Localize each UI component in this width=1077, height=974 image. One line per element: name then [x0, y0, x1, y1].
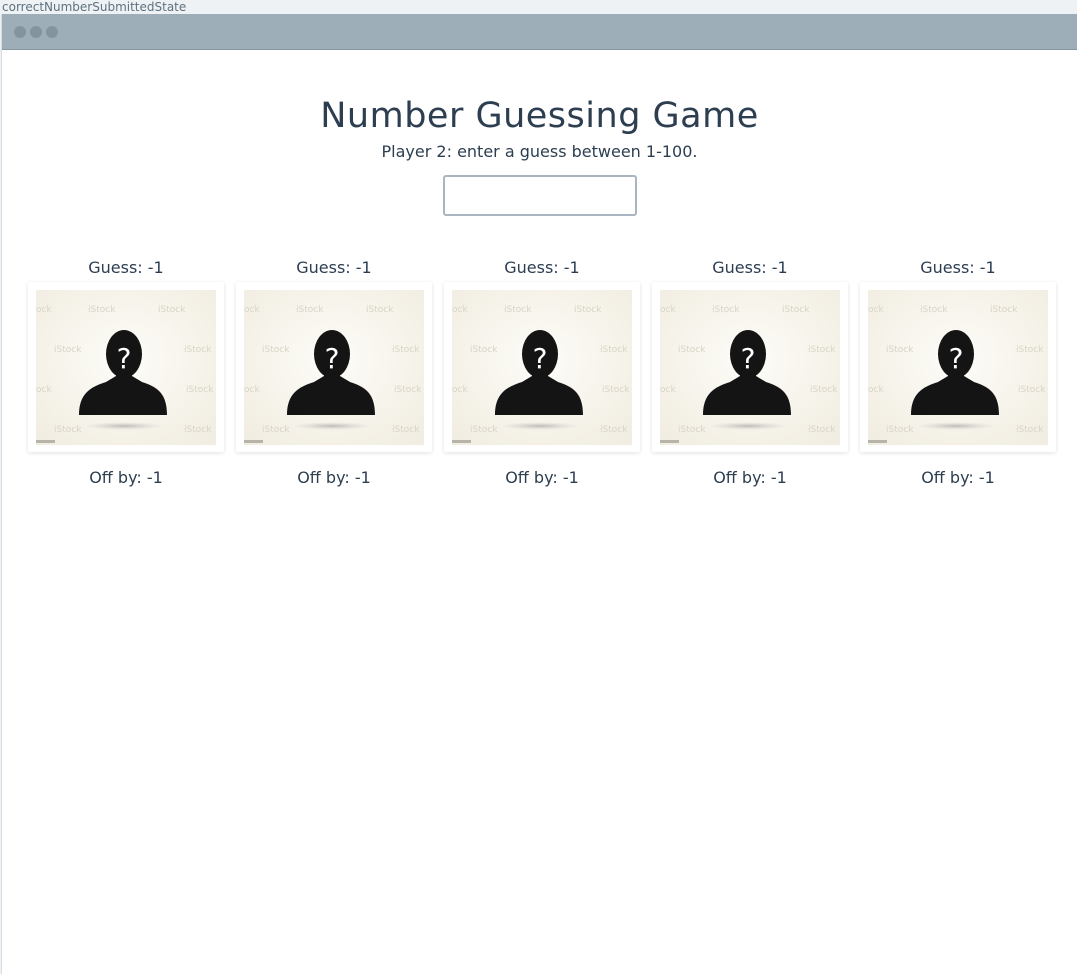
guess-input[interactable]	[442, 175, 637, 216]
svg-text:iStock: iStock	[678, 425, 706, 435]
avatar-card: ock iStock iStock iStock iStock iStock o…	[28, 282, 224, 452]
svg-text:iStock: iStock	[920, 305, 948, 315]
player-card-4: Guess: -1 ock iStock iStock iStock iStoc…	[652, 258, 848, 488]
svg-text:iStock: iStock	[1016, 425, 1044, 435]
avatar-card: ock iStock iStock iStock iStock iStock o…	[236, 282, 432, 452]
svg-text:ock: ock	[244, 385, 260, 395]
svg-text:?: ?	[325, 342, 340, 375]
unknown-person-icon: ock iStock iStock iStock iStock iStock o…	[660, 290, 840, 445]
svg-text:iStock: iStock	[886, 345, 914, 355]
app-window: Number Guessing Game Player 2: enter a g…	[1, 14, 1077, 974]
svg-text:ock: ock	[660, 385, 676, 395]
svg-text:?: ?	[533, 342, 548, 375]
maximize-window-dot[interactable]	[46, 26, 58, 38]
window-titlebar	[2, 14, 1077, 50]
svg-text:iStock: iStock	[1018, 385, 1046, 395]
window-controls	[14, 26, 58, 38]
unknown-person-icon: ock iStock iStock iStock iStock iStock o…	[452, 290, 632, 445]
svg-text:iStock: iStock	[990, 305, 1018, 315]
svg-text:iStock: iStock	[712, 305, 740, 315]
guess-label: Guess: -1	[712, 258, 788, 277]
player-card-3: Guess: -1 ock iStock iStock iStock iStoc…	[444, 258, 640, 488]
state-label: correctNumberSubmittedState	[2, 0, 187, 14]
svg-text:iStock: iStock	[184, 425, 212, 435]
svg-text:ock: ock	[244, 305, 260, 315]
svg-text:iStock: iStock	[678, 345, 706, 355]
svg-text:iStock: iStock	[808, 425, 836, 435]
svg-text:ock: ock	[36, 305, 52, 315]
page-title: Number Guessing Game	[320, 96, 759, 136]
svg-text:iStock: iStock	[808, 345, 836, 355]
svg-text:iStock: iStock	[782, 305, 810, 315]
svg-text:iStock: iStock	[504, 305, 532, 315]
guess-label: Guess: -1	[296, 258, 372, 277]
svg-text:?: ?	[741, 342, 756, 375]
guess-label: Guess: -1	[88, 258, 164, 277]
svg-text:iStock: iStock	[394, 385, 422, 395]
svg-text:iStock: iStock	[54, 345, 82, 355]
svg-text:iStock: iStock	[470, 345, 498, 355]
svg-text:iStock: iStock	[158, 305, 186, 315]
svg-text:iStock: iStock	[186, 385, 214, 395]
svg-text:ock: ock	[868, 385, 884, 395]
game-content: Number Guessing Game Player 2: enter a g…	[2, 50, 1077, 216]
svg-text:?: ?	[949, 342, 964, 375]
unknown-person-icon: ock iStock iStock iStock iStock iStock o…	[36, 290, 216, 445]
svg-text:ock: ock	[868, 305, 884, 315]
unknown-person-icon: ock iStock iStock iStock iStock iStock o…	[244, 290, 424, 445]
svg-text:iStock: iStock	[54, 425, 82, 435]
svg-text:iStock: iStock	[262, 345, 290, 355]
svg-text:iStock: iStock	[810, 385, 838, 395]
svg-text:ock: ock	[452, 305, 468, 315]
svg-text:ock: ock	[660, 305, 676, 315]
svg-text:iStock: iStock	[470, 425, 498, 435]
svg-text:iStock: iStock	[886, 425, 914, 435]
unknown-person-icon: ock iStock iStock iStock iStock iStock o…	[868, 290, 1048, 445]
player-card-1: Guess: -1 ock iStock iStock iStock iStoc…	[28, 258, 224, 488]
off-by-label: Off by: -1	[505, 468, 579, 487]
svg-text:iStock: iStock	[574, 305, 602, 315]
off-by-label: Off by: -1	[297, 468, 371, 487]
avatar-card: ock iStock iStock iStock iStock iStock o…	[444, 282, 640, 452]
off-by-label: Off by: -1	[921, 468, 995, 487]
close-window-dot[interactable]	[14, 26, 26, 38]
svg-text:iStock: iStock	[1016, 345, 1044, 355]
svg-text:iStock: iStock	[392, 425, 420, 435]
guess-label: Guess: -1	[504, 258, 580, 277]
svg-text:?: ?	[117, 342, 132, 375]
player-card-5: Guess: -1 ock iStock iStock iStock iStoc…	[860, 258, 1056, 488]
svg-text:iStock: iStock	[392, 345, 420, 355]
svg-text:iStock: iStock	[600, 345, 628, 355]
svg-text:iStock: iStock	[600, 425, 628, 435]
svg-text:ock: ock	[36, 385, 52, 395]
minimize-window-dot[interactable]	[30, 26, 42, 38]
svg-text:iStock: iStock	[262, 425, 290, 435]
players-row: Guess: -1 ock iStock iStock iStock iStoc…	[28, 258, 1056, 488]
svg-text:iStock: iStock	[88, 305, 116, 315]
svg-text:iStock: iStock	[184, 345, 212, 355]
svg-text:ock: ock	[452, 385, 468, 395]
guess-label: Guess: -1	[920, 258, 996, 277]
svg-text:iStock: iStock	[602, 385, 630, 395]
player-card-2: Guess: -1 ock iStock iStock iStock iStoc…	[236, 258, 432, 488]
svg-text:iStock: iStock	[296, 305, 324, 315]
off-by-label: Off by: -1	[89, 468, 163, 487]
off-by-label: Off by: -1	[713, 468, 787, 487]
guess-prompt: Player 2: enter a guess between 1-100.	[381, 142, 698, 161]
svg-text:iStock: iStock	[366, 305, 394, 315]
avatar-card: ock iStock iStock iStock iStock iStock o…	[652, 282, 848, 452]
avatar-card: ock iStock iStock iStock iStock iStock o…	[860, 282, 1056, 452]
